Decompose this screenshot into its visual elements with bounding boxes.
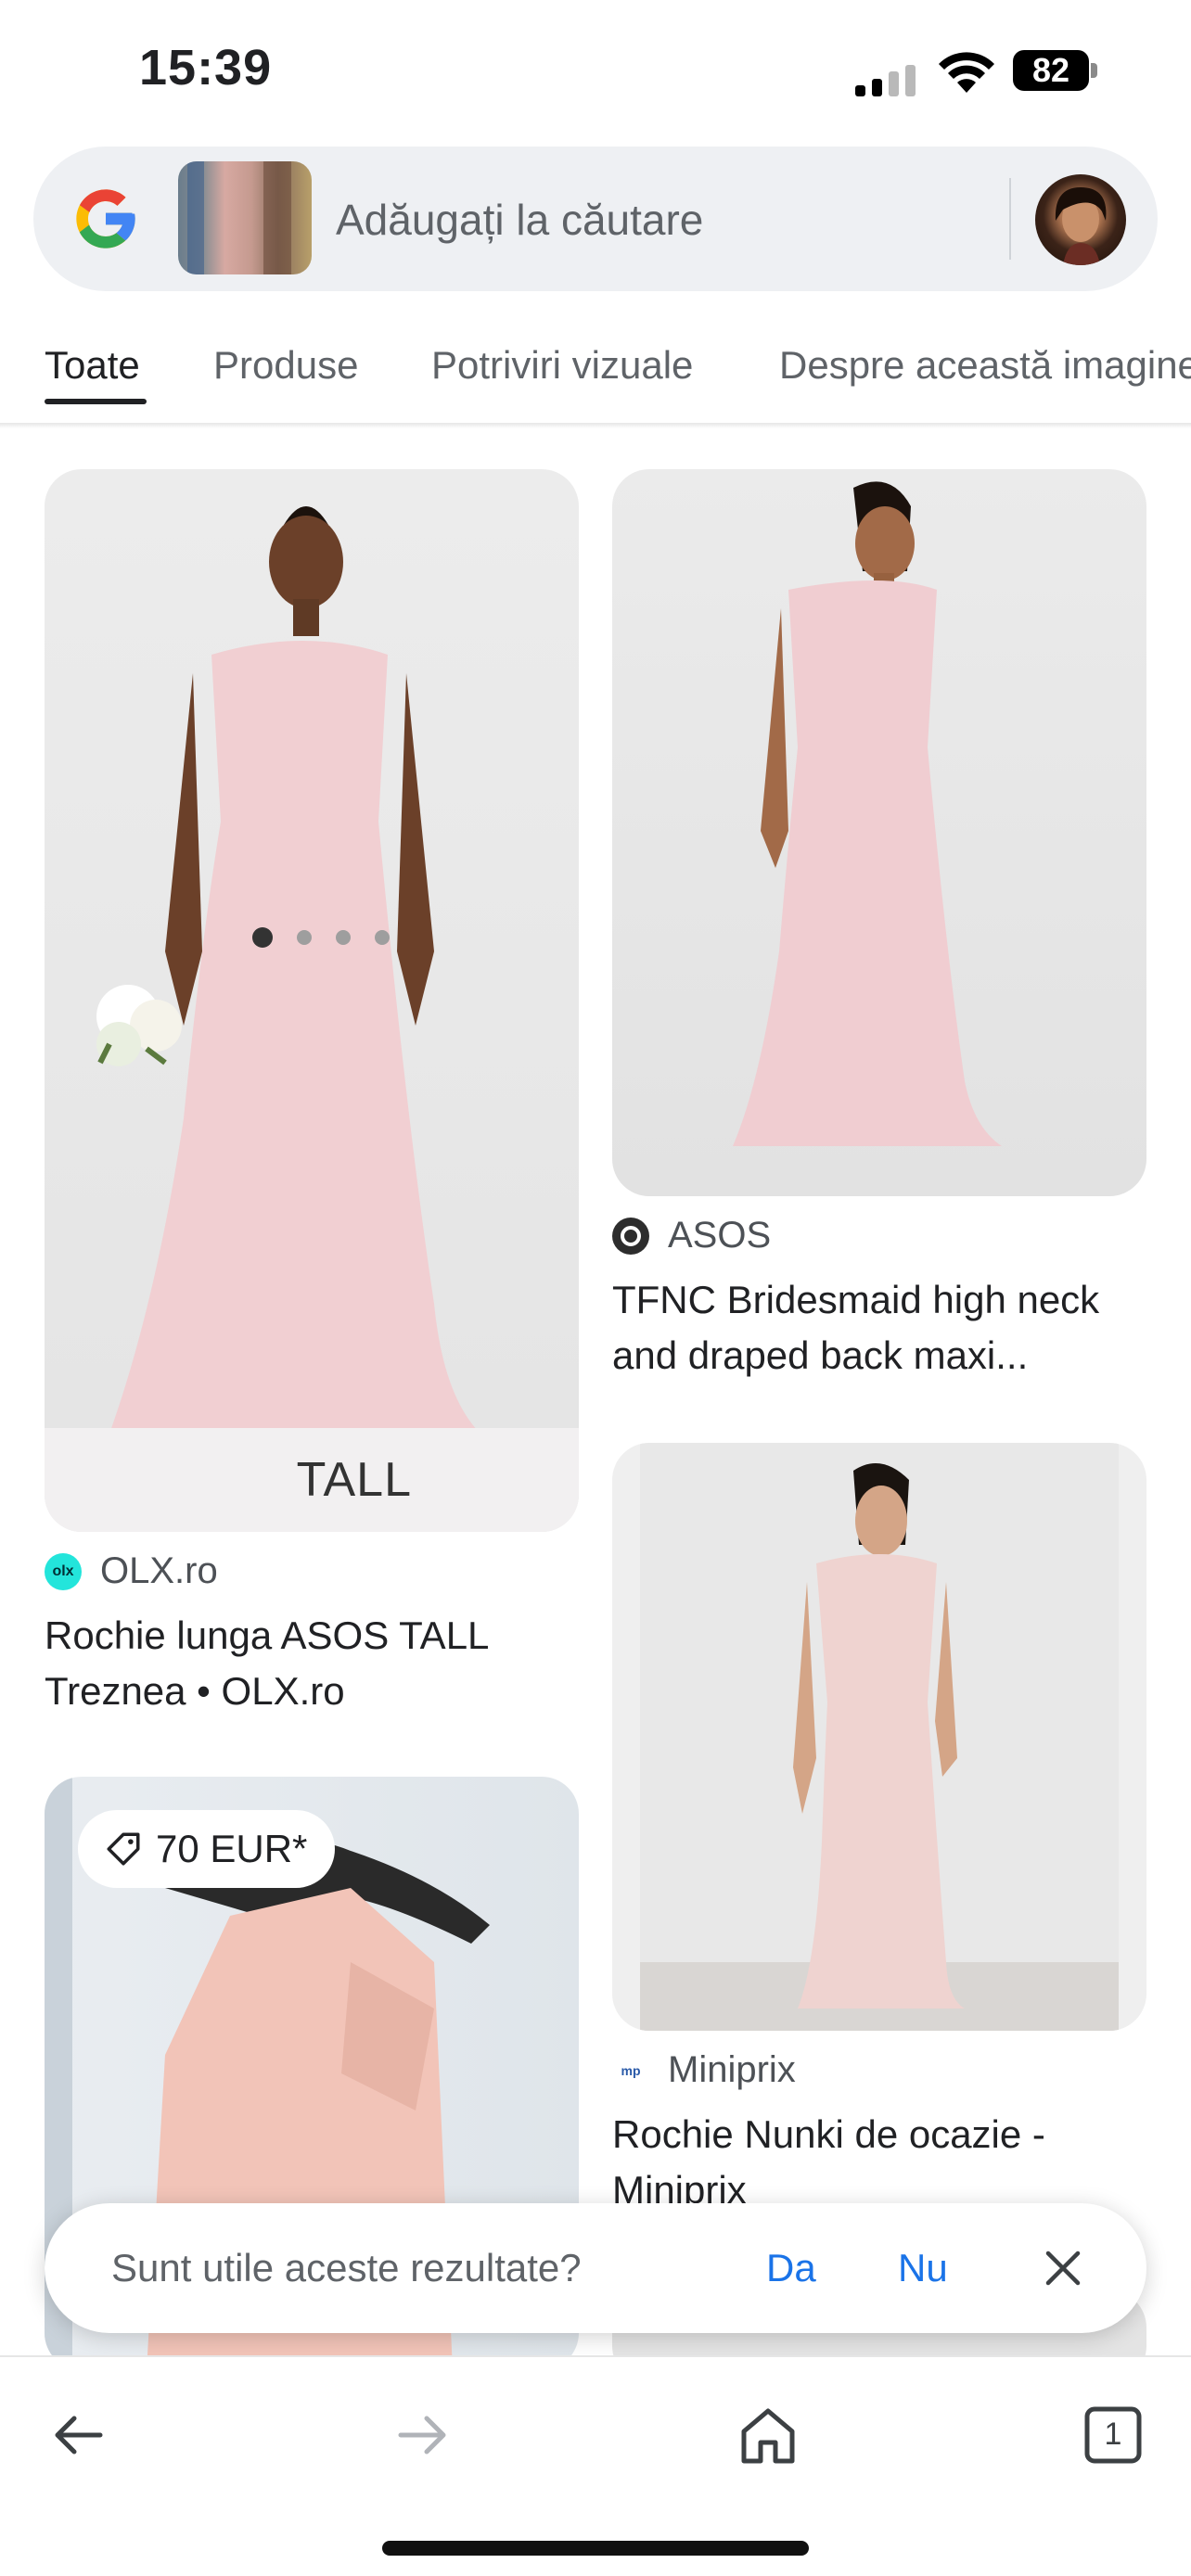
home-icon[interactable] [731,2398,805,2472]
result-source-miniprix[interactable]: mp Miniprix [612,2049,796,2091]
image-caption: TALL [296,1453,412,1507]
google-logo-icon [76,189,135,249]
query-image-thumbnail[interactable] [178,161,312,274]
status-bar: 15:39 82 [0,0,1191,139]
price-badge: 70 EUR* [78,1810,336,1888]
result-image-olx[interactable]: TALL [45,469,579,1532]
battery-level: 82 [1013,50,1089,91]
search-bar[interactable]: Adăugați la căutare [33,147,1158,291]
avatar[interactable] [1035,174,1126,265]
source-name: ASOS [668,1215,772,1256]
carousel-dot [375,930,390,945]
source-name: OLX.ro [100,1550,218,1591]
feedback-question: Sunt utile aceste rezultate? [111,2246,582,2289]
home-indicator[interactable] [382,2541,809,2556]
asos-icon [612,1217,649,1255]
results-tabs: Toate Produse Potriviri vizuale Despre a… [0,325,1191,427]
result-image-miniprix[interactable] [612,1443,1146,2031]
feedback-prompt: Sunt utile aceste rezultate? Da Nu [45,2203,1146,2333]
battery-icon: 82 [1013,50,1098,91]
tab-visual-matches[interactable]: Potriviri vizuale [431,343,693,388]
back-arrow-icon[interactable] [41,2398,115,2472]
search-divider [1009,178,1011,260]
olx-icon: olx [45,1552,82,1590]
wifi-icon [939,52,994,93]
dress-illustration [733,481,1002,1146]
tab-all[interactable]: Toate [45,343,140,388]
result-source-olx[interactable]: olx OLX.ro [45,1550,218,1592]
carousel-dot [297,930,312,945]
tab-products[interactable]: Produse [213,343,358,388]
dress-illustration [96,506,480,1434]
tab-about-image[interactable]: Despre această imagine [779,343,1191,388]
status-time: 15:39 [139,40,273,96]
result-title-asos[interactable]: TFNC Bridesmaid high neck and draped bac… [612,1272,1132,1384]
dress-illustration [640,1443,1119,2031]
carousel-dots [252,927,414,950]
feedback-no-button[interactable]: Nu [898,2246,948,2290]
browser-bottom-nav: 1 [0,2355,1191,2576]
source-name: Miniprix [668,2049,796,2090]
miniprix-icon: mp [612,2051,649,2089]
feedback-yes-button[interactable]: Da [766,2246,816,2290]
image-caption-band: TALL [45,1428,579,1532]
tab-count: 1 [1104,2417,1122,2452]
tabs-button[interactable]: 1 [1076,2398,1150,2472]
cellular-signal-icon [855,65,916,96]
result-title-olx[interactable]: Rochie lunga ASOS TALL Treznea • OLX.ro [45,1608,564,1719]
forward-arrow-icon[interactable] [386,2398,460,2472]
search-input[interactable]: Adăugați la căutare [336,195,703,245]
close-icon[interactable] [1037,2242,1089,2294]
price-tag-icon [107,1832,140,1866]
carousel-dot [252,927,273,948]
result-title-miniprix[interactable]: Rochie Nunki de ocazie - Miniprix [612,2107,1132,2203]
active-tab-indicator [45,399,147,404]
result-image-asos[interactable] [612,469,1146,1196]
price-text: 70 EUR* [156,1827,308,1870]
carousel-dot [336,930,351,945]
result-source-asos[interactable]: ASOS [612,1215,771,1256]
